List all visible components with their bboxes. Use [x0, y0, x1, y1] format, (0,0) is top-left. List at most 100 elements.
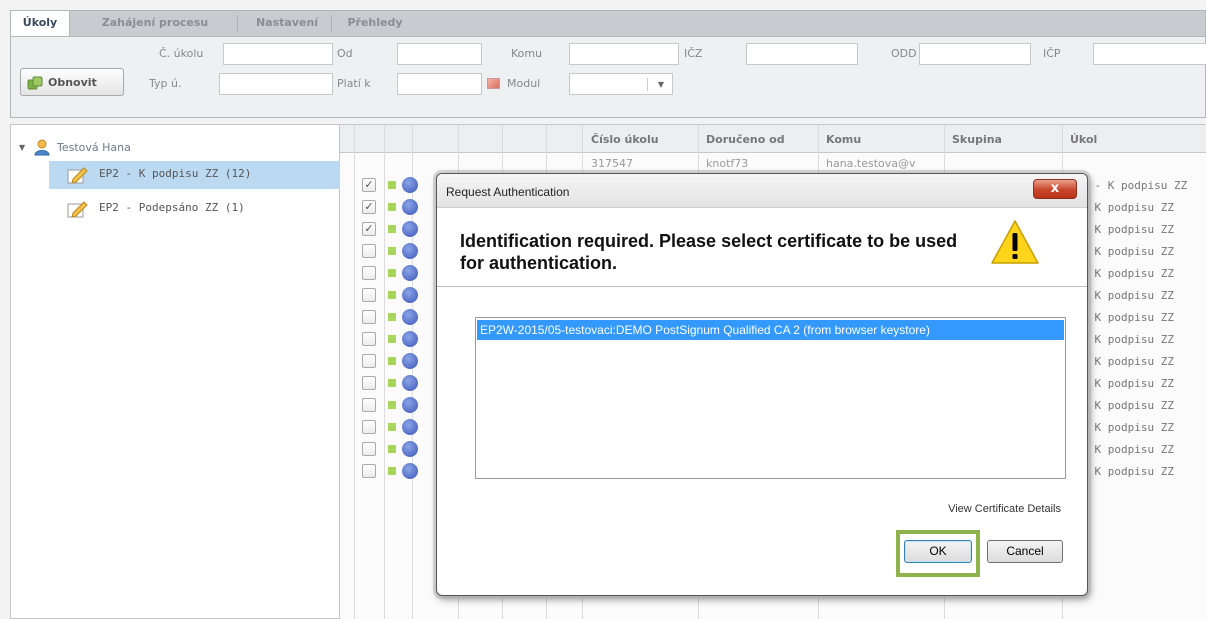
info-icon[interactable] [402, 309, 418, 325]
row-checkbox[interactable] [362, 420, 376, 434]
row-checkbox[interactable]: ✓ [362, 222, 376, 236]
table-row[interactable]: 317547 knotf73 hana.testova@v [340, 153, 1206, 175]
row-checkbox[interactable] [362, 310, 376, 324]
task-number-label: Č. úkolu [159, 47, 204, 60]
odd-input[interactable] [919, 43, 1031, 65]
task-tree: ▼ Testová Hana EP2 - K podpisu ZZ (12) E… [10, 124, 340, 619]
chevron-down-icon: ▼ [657, 80, 664, 89]
user-icon [34, 139, 50, 156]
row-checkbox[interactable] [362, 244, 376, 258]
status-square-icon [388, 291, 396, 299]
column-header-doruceno[interactable]: Doručeno od [706, 133, 785, 146]
warning-icon [991, 220, 1039, 264]
info-icon[interactable] [402, 375, 418, 391]
select-divider [647, 78, 648, 91]
info-icon[interactable] [402, 221, 418, 237]
status-square-icon [388, 181, 396, 189]
valid-at-input[interactable] [397, 73, 482, 95]
tab-prehledy[interactable]: Přehledy [337, 11, 413, 36]
info-icon[interactable] [402, 177, 418, 193]
task-type-label: Typ ú. [149, 77, 182, 90]
row-checkbox[interactable] [362, 332, 376, 346]
info-icon[interactable] [402, 397, 418, 413]
column-header-komu[interactable]: Komu [826, 133, 861, 146]
close-button[interactable]: x [1033, 179, 1077, 199]
status-square-icon [388, 269, 396, 277]
row-checkbox[interactable] [362, 288, 376, 302]
icp-input[interactable] [1093, 43, 1206, 65]
status-square-icon [388, 357, 396, 365]
info-icon[interactable] [402, 463, 418, 479]
task-edit-icon [67, 201, 88, 218]
row-checkbox[interactable] [362, 464, 376, 478]
tab-nastaveni[interactable]: Nastavení [247, 11, 327, 36]
dialog-heading: Identification required. Please select c… [460, 231, 958, 273]
row-checkbox[interactable] [362, 398, 376, 412]
odd-label: ODD [891, 47, 917, 60]
info-icon[interactable] [402, 265, 418, 281]
cell-doruceno: knotf73 [706, 157, 749, 170]
status-square-icon [388, 445, 396, 453]
dialog-titlebar: Request Authentication x [437, 174, 1087, 208]
close-icon: x [1050, 181, 1060, 196]
expand-triangle-icon[interactable]: ▼ [19, 143, 29, 152]
tab-ukoly[interactable]: Úkoly [11, 11, 70, 38]
ok-button[interactable]: OK [904, 540, 972, 563]
cell-komu: hana.testova@v [826, 157, 916, 170]
task-edit-icon [67, 167, 88, 184]
status-square-icon [388, 401, 396, 409]
certificate-item[interactable]: EP2W-2015/05-testovaci:DEMO PostSignum Q… [477, 320, 1064, 340]
tree-item-podepsano[interactable]: EP2 - Podepsáno ZZ (1) [49, 195, 340, 223]
row-checkbox[interactable] [362, 354, 376, 368]
column-header-skupina[interactable]: Skupina [952, 133, 1002, 146]
tree-item-k-podpisu[interactable]: EP2 - K podpisu ZZ (12) [49, 161, 340, 189]
column-header-ukol[interactable]: Úkol [1070, 133, 1097, 146]
row-checkbox[interactable] [362, 442, 376, 456]
status-square-icon [388, 379, 396, 387]
row-checkbox[interactable]: ✓ [362, 178, 376, 192]
certificate-list[interactable]: EP2W-2015/05-testovaci:DEMO PostSignum Q… [475, 317, 1066, 479]
row-checkbox[interactable] [362, 266, 376, 280]
to-label: Komu [511, 47, 543, 60]
tab-zahajeni-procesu[interactable]: Zahájení procesu [85, 11, 225, 36]
tree-root-label: Testová Hana [57, 140, 131, 154]
task-number-input[interactable] [223, 43, 333, 65]
task-type-input[interactable] [219, 73, 333, 95]
status-square-icon [388, 467, 396, 475]
cell-cislo: 317547 [591, 157, 633, 170]
info-icon[interactable] [402, 441, 418, 457]
icz-input[interactable] [746, 43, 858, 65]
refresh-button[interactable]: Obnovit [20, 68, 124, 96]
module-icon [487, 78, 500, 89]
info-icon[interactable] [402, 243, 418, 259]
icp-label: IČP [1043, 47, 1061, 60]
module-select[interactable]: ▼ [569, 73, 673, 95]
valid-at-label: Platí k [337, 77, 371, 90]
status-square-icon [388, 203, 396, 211]
info-icon[interactable] [402, 331, 418, 347]
view-certificate-details-link[interactable]: View Certificate Details [948, 503, 1061, 515]
status-square-icon [388, 225, 396, 233]
to-input[interactable] [569, 43, 679, 65]
tab-divider [237, 15, 238, 32]
filter-panel: Obnovit Č. úkolu Typ ú. Od Platí k Komu … [10, 36, 1206, 118]
column-header-cislo[interactable]: Číslo úkolu [591, 133, 659, 146]
from-label: Od [337, 47, 353, 60]
main-tabbar: Úkoly Zahájení procesu Nastavení Přehled… [10, 10, 1206, 38]
status-square-icon [388, 247, 396, 255]
info-icon[interactable] [402, 199, 418, 215]
grid-header: Číslo úkolu Doručeno od Komu Skupina Úko… [340, 125, 1206, 153]
cancel-button[interactable]: Cancel [987, 540, 1063, 563]
icz-label: IČZ [684, 47, 703, 60]
tree-root-user[interactable]: ▼ Testová Hana [19, 137, 131, 157]
info-icon[interactable] [402, 353, 418, 369]
status-square-icon [388, 423, 396, 431]
info-icon[interactable] [402, 419, 418, 435]
info-icon[interactable] [402, 287, 418, 303]
dialog-divider [437, 286, 1087, 287]
from-input[interactable] [397, 43, 482, 65]
row-checkbox[interactable]: ✓ [362, 200, 376, 214]
row-checkbox[interactable] [362, 376, 376, 390]
request-authentication-dialog: Request Authentication x Identification … [436, 173, 1088, 596]
dialog-title: Request Authentication [446, 185, 570, 199]
